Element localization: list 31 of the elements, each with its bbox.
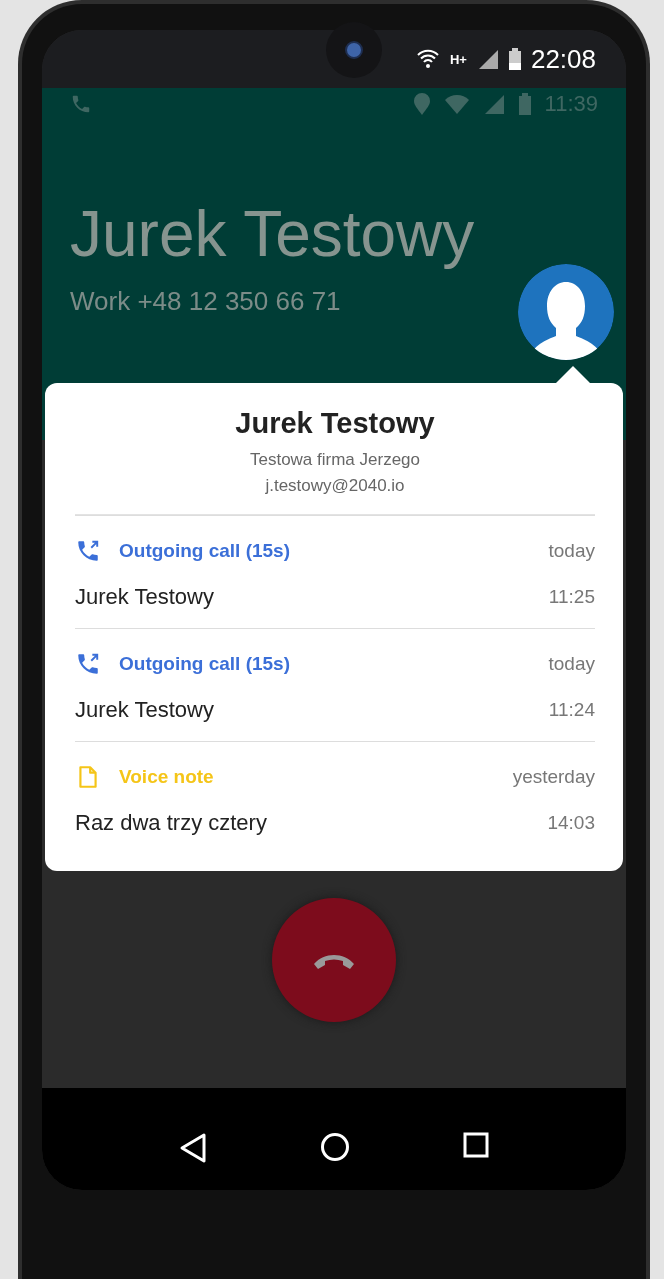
- clock-time: 11:39: [544, 91, 598, 117]
- entry-title: Voice note: [119, 766, 214, 788]
- entry-day: yesterday: [512, 766, 595, 788]
- outgoing-call-icon: [75, 538, 101, 564]
- wifi-icon: [444, 94, 469, 114]
- clock-time: 22:08: [530, 43, 596, 75]
- back-button[interactable]: [178, 1132, 207, 1164]
- entry-time: 11:24: [548, 699, 595, 721]
- contact-name: Jurek Testowy: [235, 407, 435, 440]
- entry-title: Outgoing call (15s): [119, 653, 291, 675]
- wifi-icon: [415, 48, 440, 70]
- caller-number: Work +48 12 350 66 71: [70, 286, 342, 317]
- entry-title: Outgoing call (15s): [119, 540, 291, 562]
- entry-time: 11:25: [548, 586, 595, 608]
- recent-apps-button[interactable]: [463, 1132, 490, 1158]
- entry-subtitle: Jurek Testowy: [75, 697, 214, 723]
- network-type: H+: [449, 51, 467, 67]
- avatar-icon: [518, 264, 614, 360]
- battery-icon: [508, 48, 521, 70]
- home-button[interactable]: [320, 1132, 350, 1162]
- entry-subtitle: Jurek Testowy: [75, 584, 214, 610]
- entry-day: today: [548, 540, 595, 562]
- entry-day: today: [548, 653, 595, 675]
- battery-icon: [518, 93, 531, 115]
- outgoing-call-icon: [75, 651, 101, 677]
- location-icon: [412, 93, 431, 115]
- phone-icon: [70, 93, 92, 115]
- company-name: Testowa firma Jerzego: [249, 450, 421, 470]
- entry-subtitle: Raz dwa trzy cztery: [75, 810, 267, 836]
- email-address: j.testowy@2040.io: [265, 476, 405, 496]
- entry-time: 14:03: [547, 812, 595, 834]
